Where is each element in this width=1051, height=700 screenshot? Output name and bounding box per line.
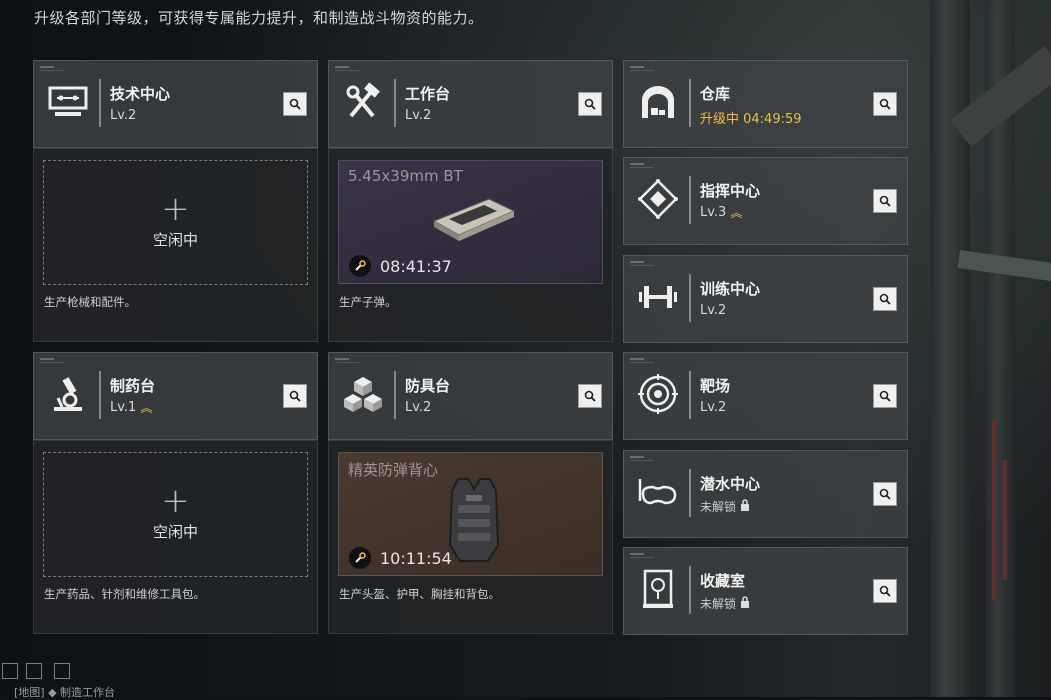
facility-name: 防具台: [405, 377, 451, 395]
facility-card-pharmacy[interactable]: 制药台 Lv.1 ︽: [33, 352, 318, 440]
facility-name: 训练中心: [700, 280, 761, 298]
facility-card-warehouse[interactable]: 仓库 升级中 04:49:59: [623, 60, 908, 148]
inspect-button[interactable]: [578, 384, 602, 408]
inspect-button[interactable]: [873, 384, 897, 408]
facility-name: 靶场: [700, 377, 731, 395]
facility-card-armor-bench[interactable]: 防具台 Lv.2: [328, 352, 613, 440]
facility-level: Lv.2: [405, 108, 432, 123]
production-timer: 10:11:54: [348, 546, 452, 570]
upgrade-countdown: 升级中 04:49:59: [700, 112, 802, 127]
facility-level: Lv.2: [405, 400, 432, 415]
production-description: 生产枪械和配件。: [44, 295, 136, 309]
plus-icon: +: [161, 481, 190, 521]
inspect-button[interactable]: [873, 189, 897, 213]
search-icon: [879, 293, 891, 305]
search-icon: [584, 98, 596, 110]
toolbar-slot[interactable]: [26, 663, 42, 679]
facility-card-workbench[interactable]: 工作台 Lv.2: [328, 60, 613, 148]
facility-level: Lv.2: [700, 400, 727, 415]
search-icon: [584, 390, 596, 402]
product-name: 精英防弹背心: [348, 461, 439, 479]
wrench-icon: [348, 546, 372, 570]
production-slot-ammo[interactable]: 5.45x39mm BT 08:41:37: [338, 160, 603, 284]
facility-card-tech-center[interactable]: 技术中心 Lv.2: [33, 60, 318, 148]
facility-card-shooting-range[interactable]: 靶场 Lv.2: [623, 352, 908, 440]
facility-level: 未解锁: [700, 595, 750, 612]
inspect-button[interactable]: [873, 92, 897, 116]
inspect-button[interactable]: [578, 92, 602, 116]
inspect-button[interactable]: [283, 384, 307, 408]
facility-name: 潜水中心: [700, 475, 761, 493]
facility-card-command-center[interactable]: 指挥中心 Lv.3 ︽: [623, 157, 908, 245]
body-armor-image: [448, 478, 500, 562]
display-case-icon: [634, 567, 682, 611]
cubes-icon: [339, 372, 387, 416]
inspect-button[interactable]: [873, 287, 897, 311]
facility-card-diving-center[interactable]: 潜水中心 未解锁: [623, 450, 908, 538]
facility-level: Lv.2: [110, 108, 137, 123]
inspect-button[interactable]: [873, 579, 897, 603]
command-diamond-icon: [634, 177, 682, 221]
production-description: 生产子弹。: [339, 295, 397, 309]
facility-card-collection-room[interactable]: 收藏室 未解锁: [623, 547, 908, 635]
inspect-button[interactable]: [283, 92, 307, 116]
search-icon: [879, 195, 891, 207]
add-production-slot[interactable]: + 空闲中: [43, 160, 308, 285]
search-icon: [289, 390, 301, 402]
search-icon: [289, 98, 301, 110]
add-production-slot[interactable]: + 空闲中: [43, 452, 308, 577]
upgrade-available-icon: ︽: [140, 400, 153, 415]
production-slot-armor[interactable]: 精英防弹背心 10:11:54: [338, 452, 603, 576]
facility-level: Lv.1 ︽: [110, 400, 153, 415]
facility-name: 制药台: [110, 377, 156, 395]
idle-label: 空闲中: [152, 523, 198, 541]
production-panel-armor-bench: 精英防弹背心 10:11:54 生产头盔、护甲、胸挂和背包。: [328, 440, 613, 634]
lock-icon: [740, 499, 750, 514]
production-description: 生产头盔、护甲、胸挂和背包。: [339, 587, 500, 601]
facility-name: 仓库: [700, 85, 731, 103]
facility-name: 收藏室: [700, 572, 746, 590]
wrench-icon: [348, 254, 372, 278]
product-name: 5.45x39mm BT: [348, 167, 463, 185]
facility-level: Lv.2: [700, 303, 727, 318]
idle-label: 空闲中: [152, 231, 198, 249]
facility-card-training-center[interactable]: 训练中心 Lv.2: [623, 255, 908, 343]
upgrade-available-icon: ︽: [730, 205, 743, 220]
plus-icon: +: [161, 189, 190, 229]
search-icon: [879, 98, 891, 110]
facility-level: Lv.3 ︽: [700, 205, 743, 220]
search-icon: [879, 390, 891, 402]
dumbbell-icon: [634, 275, 682, 319]
target-icon: [634, 372, 682, 416]
hammer-wrench-icon: [339, 80, 387, 124]
footer-label: [地图] ◆ 制造工作台: [14, 686, 116, 699]
page-description: 升级各部门等级，可获得专属能力提升，和制造战斗物资的能力。: [34, 9, 484, 27]
production-panel-pharmacy: + 空闲中 生产药品、针剂和维修工具包。: [33, 440, 318, 634]
warehouse-icon: [634, 80, 682, 124]
production-description: 生产药品、针剂和维修工具包。: [44, 587, 205, 601]
search-icon: [879, 488, 891, 500]
diving-mask-icon: [634, 470, 682, 514]
search-icon: [879, 585, 891, 597]
bottom-toolbar: [地图] ◆ 制造工作台: [0, 663, 1051, 699]
facility-level: 未解锁: [700, 498, 750, 515]
production-panel-workbench: 5.45x39mm BT 08:41:37 生产子弹。: [328, 148, 613, 342]
production-timer: 08:41:37: [348, 254, 452, 278]
toolbar-slot[interactable]: [54, 663, 70, 679]
facility-name: 指挥中心: [700, 182, 761, 200]
computer-icon: [44, 80, 92, 124]
facility-name: 工作台: [405, 85, 451, 103]
ammo-box-image: [432, 198, 516, 241]
production-panel-tech-center: + 空闲中 生产枪械和配件。: [33, 148, 318, 342]
inspect-button[interactable]: [873, 482, 897, 506]
facility-name: 技术中心: [110, 85, 171, 103]
microscope-icon: [44, 372, 92, 416]
toolbar-slot[interactable]: [2, 663, 18, 679]
lock-icon: [740, 596, 750, 611]
